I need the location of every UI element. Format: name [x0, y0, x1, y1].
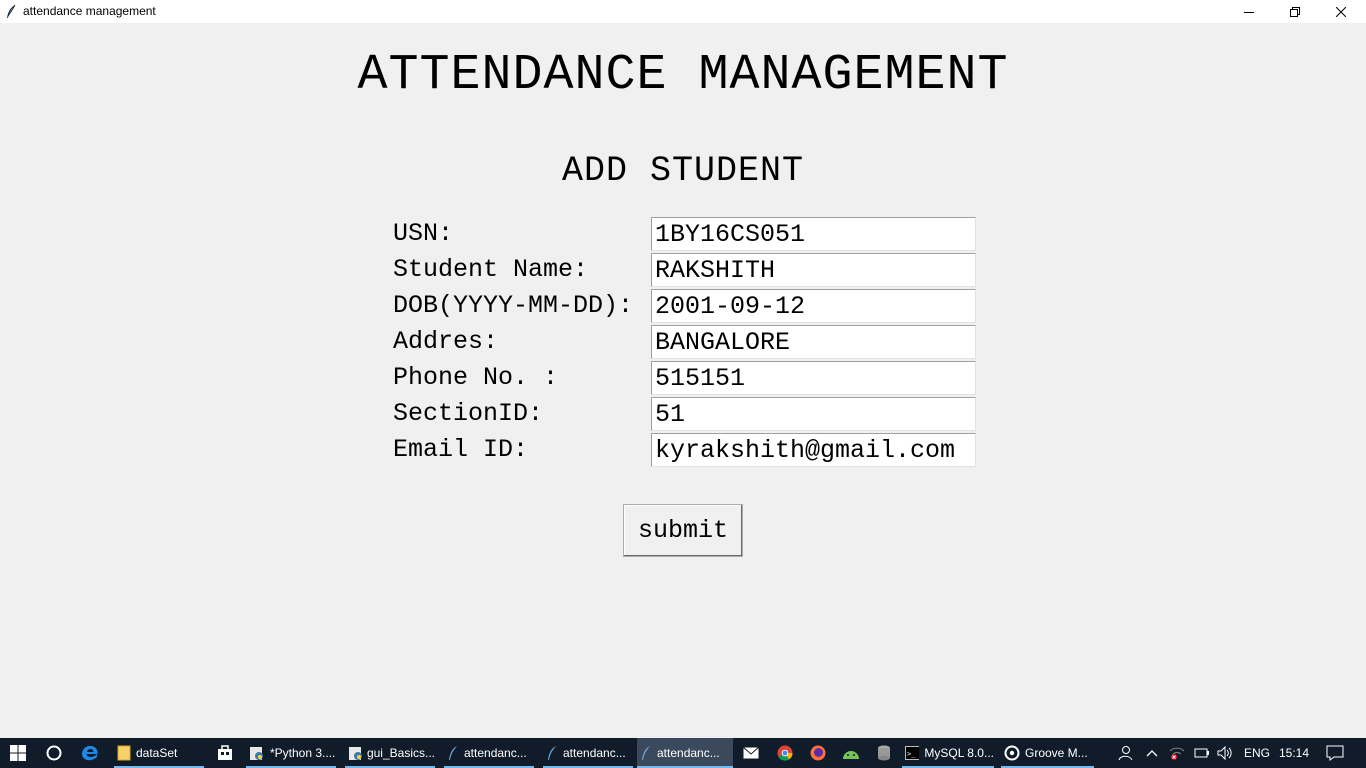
taskbar-app-gui-basics[interactable]: gui_Basics...: [345, 738, 435, 768]
taskbar-app-mysql[interactable]: >_ MySQL 8.0...: [902, 738, 994, 768]
taskbar-app-label: attendanc...: [563, 746, 626, 760]
taskbar-app-label: Groove M...: [1025, 746, 1088, 760]
taskbar-android-studio[interactable]: [836, 738, 866, 768]
volume-button[interactable]: [1214, 738, 1236, 768]
feather-icon: [7, 4, 16, 18]
cortana-circle-icon: [46, 745, 62, 761]
taskbar-app-attendance-2[interactable]: attendanc...: [543, 738, 633, 768]
taskbar-app-label: *Python 3....: [270, 746, 336, 760]
taskbar-chrome[interactable]: [770, 738, 800, 768]
taskbar-store[interactable]: [208, 738, 242, 768]
show-hidden-icons-button[interactable]: [1142, 738, 1162, 768]
address-field[interactable]: [651, 325, 976, 359]
taskbar-firefox[interactable]: [803, 738, 833, 768]
people-button[interactable]: [1112, 738, 1138, 768]
taskbar-app-python-shell[interactable]: *Python 3....: [246, 738, 336, 768]
student-name-row: Student Name:: [393, 253, 976, 287]
taskbar-edge[interactable]: [72, 738, 108, 768]
email-label: Email ID:: [393, 435, 529, 464]
clock[interactable]: 15:14: [1274, 738, 1314, 768]
python-idle-icon: [349, 747, 362, 760]
people-icon: [1118, 746, 1133, 761]
python-idle-icon: [250, 747, 263, 760]
firefox-icon: [810, 745, 826, 761]
store-bag-icon: [218, 745, 232, 760]
close-icon: [1336, 6, 1346, 17]
action-center-button[interactable]: [1318, 738, 1352, 768]
section-id-row: SectionID:: [393, 397, 976, 431]
phone-row: Phone No. :: [393, 361, 976, 395]
taskbar-app-label: dataSet: [136, 746, 178, 760]
battery-plug-icon: [1194, 748, 1209, 758]
address-row: Addres:: [393, 325, 976, 359]
mail-icon: [743, 747, 759, 759]
taskbar-app-label: attendanc...: [464, 746, 527, 760]
usn-field[interactable]: [651, 217, 976, 251]
windows-logo-icon: [10, 745, 26, 761]
notification-icon: [1326, 745, 1344, 761]
phone-label: Phone No. :: [393, 363, 559, 392]
window-titlebar: attendance management: [0, 0, 1366, 23]
taskbar: dataSet *Python 3.... gui_Basics... atte…: [0, 738, 1366, 768]
student-name-field[interactable]: [651, 253, 976, 287]
section-title: ADD STUDENT: [561, 151, 805, 191]
restore-icon: [1290, 6, 1300, 17]
groove-music-icon: [1004, 745, 1020, 761]
language-indicator: ENG: [1243, 746, 1270, 760]
chrome-icon: [777, 745, 793, 761]
input-language[interactable]: ENG: [1240, 738, 1274, 768]
network-status[interactable]: [1166, 738, 1188, 768]
usn-row: USN:: [393, 217, 976, 251]
clock-time: 15:14: [1278, 746, 1310, 760]
android-icon: [843, 751, 859, 759]
battery-status[interactable]: [1192, 738, 1212, 768]
student-name-label: Student Name:: [393, 255, 589, 284]
folder-icon: [117, 745, 131, 761]
speaker-icon: [1217, 746, 1232, 760]
taskbar-app-dataset[interactable]: dataSet: [114, 738, 204, 768]
dob-label: DOB(YYYY-MM-DD):: [393, 291, 634, 320]
terminal-icon: >_: [905, 746, 920, 760]
dob-field[interactable]: [651, 289, 976, 323]
taskbar-app-attendance-3[interactable]: attendanc...: [637, 738, 733, 768]
feather-icon: [548, 746, 556, 760]
database-icon: [878, 745, 890, 761]
phone-field[interactable]: [651, 361, 976, 395]
taskbar-app-label: attendanc...: [657, 746, 720, 760]
email-row: Email ID:: [393, 433, 976, 467]
page-title: ATTENDANCE MANAGEMENT: [357, 47, 1009, 104]
dob-row: DOB(YYYY-MM-DD):: [393, 289, 976, 323]
edge-icon: [82, 746, 98, 761]
section-id-field[interactable]: [651, 397, 976, 431]
taskbar-mail[interactable]: [736, 738, 766, 768]
minimize-button[interactable]: [1226, 0, 1272, 23]
app-content: ATTENDANCE MANAGEMENT ADD STUDENT USN: S…: [0, 23, 1366, 738]
address-label: Addres:: [393, 327, 499, 356]
wifi-disconnected-icon: [1169, 747, 1185, 760]
email-field[interactable]: [651, 433, 976, 467]
usn-label: USN:: [393, 219, 454, 248]
submit-button[interactable]: submit: [623, 504, 743, 557]
svg-text:>_: >_: [907, 750, 916, 758]
taskbar-app-label: gui_Basics...: [366, 746, 435, 760]
taskbar-app-label: MySQL 8.0...: [924, 746, 994, 760]
feather-icon: [449, 746, 457, 760]
close-button[interactable]: [1318, 0, 1364, 23]
taskbar-database[interactable]: [869, 738, 899, 768]
taskbar-app-attendance-1[interactable]: attendanc...: [444, 738, 534, 768]
chevron-up-icon: [1146, 750, 1158, 757]
window-title: attendance management: [23, 4, 156, 18]
start-button[interactable]: [0, 738, 36, 768]
cortana-button[interactable]: [36, 738, 72, 768]
taskbar-app-groove[interactable]: Groove M...: [1001, 738, 1094, 768]
restore-button[interactable]: [1272, 0, 1318, 23]
section-id-label: SectionID:: [393, 399, 544, 428]
minimize-icon: [1244, 11, 1254, 13]
feather-icon: [642, 746, 650, 760]
